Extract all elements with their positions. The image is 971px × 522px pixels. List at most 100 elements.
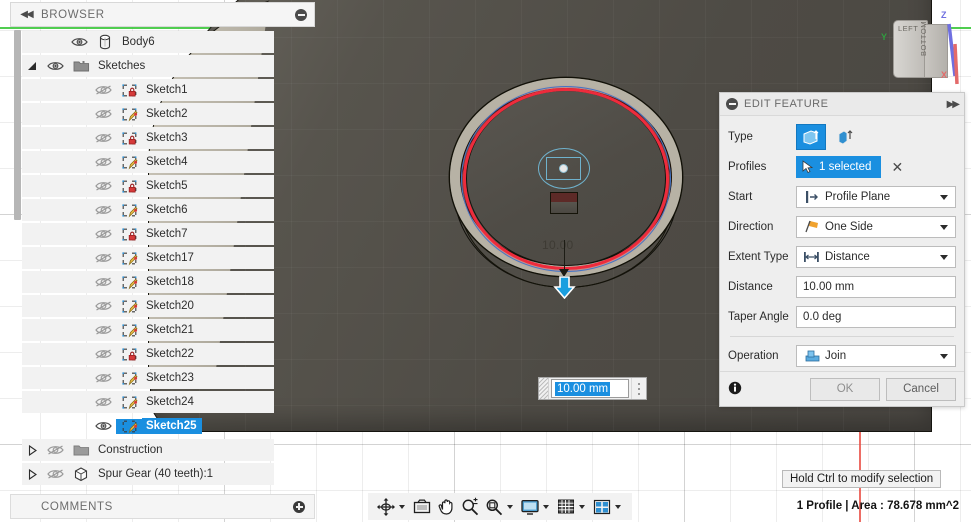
eye-hidden-icon[interactable] xyxy=(42,468,68,480)
chevron-down-icon[interactable] xyxy=(579,504,585,509)
tree-item-sketch23[interactable]: Sketch23 xyxy=(22,367,274,389)
tree-item-sketch22[interactable]: Sketch22 xyxy=(22,343,274,365)
eye-visible-icon[interactable] xyxy=(90,420,116,432)
eye-hidden-icon[interactable] xyxy=(90,180,116,192)
extrude-solid-icon[interactable] xyxy=(796,124,826,150)
viewports[interactable] xyxy=(590,497,626,517)
eye-hidden-icon[interactable] xyxy=(90,348,116,360)
tree-item-sketch6[interactable]: Sketch6 xyxy=(22,199,274,221)
chevron-down-icon[interactable] xyxy=(543,504,549,509)
fit-tool[interactable] xyxy=(482,497,518,517)
tree-item-sketch18[interactable]: Sketch18 xyxy=(22,271,274,293)
tree-item-sketch5[interactable]: Sketch5 xyxy=(22,175,274,197)
tree-item-construction[interactable]: Construction xyxy=(22,439,274,461)
sketch-locked-icon xyxy=(116,227,142,242)
eye-visible-icon[interactable] xyxy=(42,60,68,72)
forward-arrows-icon[interactable]: ▶▶ xyxy=(947,99,960,110)
profiles-selection-button[interactable]: 1 selected xyxy=(796,156,882,178)
tree-item-sketch4[interactable]: Sketch4 xyxy=(22,151,274,173)
eye-hidden-icon[interactable] xyxy=(90,276,116,288)
display-settings[interactable] xyxy=(518,497,554,517)
comments-panel-header[interactable]: COMMENTS xyxy=(10,494,315,519)
tree-item-label: Sketch23 xyxy=(146,372,194,384)
sketch-folder-icon xyxy=(68,59,94,73)
minus-circle-icon[interactable] xyxy=(726,98,738,110)
ok-button[interactable]: OK xyxy=(810,377,880,401)
eye-hidden-icon[interactable] xyxy=(90,156,116,168)
tree-item-spur-gear-40-teeth-1[interactable]: Spur Gear (40 teeth):1 xyxy=(22,463,274,485)
tree-item-sketch1[interactable]: Sketch1 xyxy=(22,79,274,101)
x-icon[interactable]: ✕ xyxy=(891,160,903,174)
distance-input[interactable]: 10.00 mm xyxy=(796,276,956,298)
canvas-distance-input-widget[interactable]: 10.00 mm xyxy=(538,377,647,400)
chevron-down-icon[interactable] xyxy=(507,504,513,509)
eye-hidden-icon[interactable] xyxy=(90,228,116,240)
eye-hidden-icon[interactable] xyxy=(90,372,116,384)
view-cube[interactable]: LEFT BOTTOM Z X Y xyxy=(881,8,971,88)
tree-item-sketch3[interactable]: Sketch3 xyxy=(22,127,274,149)
more-options-icon[interactable] xyxy=(631,378,646,399)
tree-item-label: Sketch1 xyxy=(146,84,188,96)
look-at-tool[interactable] xyxy=(410,497,434,517)
browser-scrollbar[interactable] xyxy=(14,30,21,220)
chevron-down-icon[interactable] xyxy=(940,254,948,260)
manipulator-flip-box[interactable] xyxy=(550,192,578,214)
eye-hidden-icon[interactable] xyxy=(90,204,116,216)
info-icon[interactable] xyxy=(728,381,752,398)
axis-x-label: X xyxy=(941,70,948,80)
tree-item-label: Sketch5 xyxy=(146,180,188,192)
eye-hidden-icon[interactable] xyxy=(90,108,116,120)
expand-triangle-icon[interactable] xyxy=(22,61,42,72)
row-distance: Distance 10.00 mm xyxy=(720,272,964,302)
collapse-left-icon[interactable]: ◀◀ xyxy=(11,9,41,20)
cursor-arrow-icon xyxy=(802,160,814,174)
tree-item-sketch21[interactable]: Sketch21 xyxy=(22,319,274,341)
drag-grip-icon[interactable] xyxy=(539,378,549,399)
chevron-down-icon[interactable] xyxy=(940,353,948,359)
eye-hidden-icon[interactable] xyxy=(90,396,116,408)
chevron-down-icon[interactable] xyxy=(399,504,405,509)
taper-angle-input[interactable]: 0.0 deg xyxy=(796,306,956,328)
tree-item-sketch20[interactable]: Sketch20 xyxy=(22,295,274,317)
orbit-tool[interactable] xyxy=(374,497,410,517)
minus-circle-icon[interactable] xyxy=(288,8,314,21)
type-label: Type xyxy=(728,131,753,143)
eye-hidden-icon[interactable] xyxy=(90,132,116,144)
tree-item-sketch25[interactable]: Sketch25 xyxy=(22,415,274,437)
pan-tool[interactable] xyxy=(434,497,458,517)
direction-dropdown[interactable]: One Side xyxy=(796,216,956,238)
extent-type-dropdown[interactable]: Distance xyxy=(796,246,956,268)
direction-label: Direction xyxy=(728,221,774,233)
extrude-thin-icon[interactable] xyxy=(830,124,860,150)
down-arrow-handle-icon[interactable] xyxy=(553,276,576,300)
eye-hidden-icon[interactable] xyxy=(42,444,68,456)
tree-item-body6[interactable]: Body6 xyxy=(22,31,274,53)
profiles-label: Profiles xyxy=(728,161,767,173)
sketch-locked-icon xyxy=(116,179,142,194)
tree-item-sketch7[interactable]: Sketch7 xyxy=(22,223,274,245)
eye-hidden-icon[interactable] xyxy=(90,252,116,264)
canvas-distance-field[interactable]: 10.00 mm xyxy=(551,379,629,398)
eye-visible-icon[interactable] xyxy=(66,36,92,48)
tree-item-sketches[interactable]: Sketches xyxy=(22,55,274,77)
tree-item-sketch2[interactable]: Sketch2 xyxy=(22,103,274,125)
eye-hidden-icon[interactable] xyxy=(90,300,116,312)
manipulator-center-dot[interactable] xyxy=(559,164,568,173)
browser-panel-header: ◀◀ BROWSER xyxy=(10,2,315,27)
plus-circle-icon[interactable] xyxy=(284,500,314,513)
eye-hidden-icon[interactable] xyxy=(90,84,116,96)
chevron-down-icon[interactable] xyxy=(940,224,948,230)
chevron-down-icon[interactable] xyxy=(615,504,621,509)
zoom-tool[interactable] xyxy=(458,497,482,517)
expand-triangle-icon[interactable] xyxy=(22,468,42,480)
direction-value: One Side xyxy=(825,221,873,233)
start-dropdown[interactable]: Profile Plane xyxy=(796,186,956,208)
grid-snaps[interactable] xyxy=(554,497,590,517)
eye-hidden-icon[interactable] xyxy=(90,324,116,336)
expand-triangle-icon[interactable] xyxy=(22,444,42,456)
cancel-button[interactable]: Cancel xyxy=(886,377,956,401)
operation-dropdown[interactable]: Join xyxy=(796,345,956,367)
chevron-down-icon[interactable] xyxy=(940,194,948,200)
tree-item-sketch24[interactable]: Sketch24 xyxy=(22,391,274,413)
tree-item-sketch17[interactable]: Sketch17 xyxy=(22,247,274,269)
